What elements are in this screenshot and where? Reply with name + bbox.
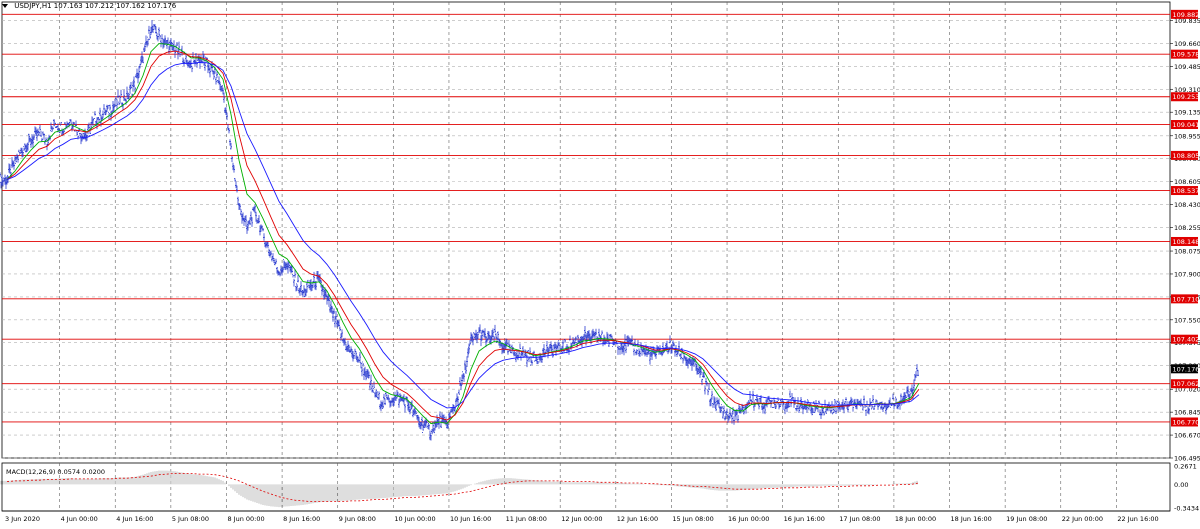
macd-y-tick-label: 0.2671 <box>1174 463 1197 471</box>
macd-y-tick-label: -0.3434 <box>1174 505 1199 513</box>
price-bars <box>0 20 919 441</box>
level-label: 107.402 <box>1173 336 1200 344</box>
y-tick-label: 108.955 <box>1174 132 1200 140</box>
x-tick-label: 16 Jun 16:00 <box>784 515 825 523</box>
macd-y-tick-label: 0.00 <box>1174 481 1188 489</box>
x-tick-label: 4 Jun 16:00 <box>116 515 153 523</box>
y-tick-label: 107.900 <box>1174 270 1200 278</box>
ma-mid-line <box>6 50 920 421</box>
y-tick-label: 109.660 <box>1174 40 1200 48</box>
x-tick-label: 8 Jun 00:00 <box>227 515 264 523</box>
price-chart: 3 Jun 2020 4 Jun 00:00 4 Jun 16:00 5 Jun 08… <box>0 1 1200 523</box>
y-tick-label: 108.430 <box>1174 201 1200 209</box>
y-tick-label: 108.255 <box>1174 224 1200 232</box>
macd-header: MACD(12,26,9) 0.0574 0.0200 <box>6 468 105 476</box>
x-tick-label: 10 Jun 16:00 <box>450 515 491 523</box>
level-label: 108.805 <box>1173 152 1200 160</box>
x-tick-label: 4 Jun 00:00 <box>61 515 98 523</box>
level-label: 107.710 <box>1173 295 1200 303</box>
symbol-label: USDJPY,H1 <box>14 2 52 10</box>
y-tick-label: 108.605 <box>1174 178 1200 186</box>
price-panel-frame <box>1 1 1171 459</box>
level-label: 109.253 <box>1173 93 1200 101</box>
y-tick-label: 108.075 <box>1174 248 1200 256</box>
x-tick-label: 5 Jun 08:00 <box>172 515 209 523</box>
x-tick-label: 3 Jun 2020 <box>5 515 40 523</box>
x-tick-label: 18 Jun 16:00 <box>951 515 992 523</box>
chevron-down-icon[interactable] <box>2 4 8 8</box>
y-tick-label: 106.670 <box>1174 432 1200 440</box>
macd-histogram <box>0 470 918 508</box>
x-tick-label: 18 Jun 00:00 <box>895 515 936 523</box>
ma-fast-line <box>6 43 920 425</box>
x-tick-label: 19 Jun 08:00 <box>1006 515 1047 523</box>
y-tick-label: 106.495 <box>1174 455 1200 463</box>
level-label: 107.062 <box>1173 380 1200 388</box>
level-label: 106.770 <box>1173 418 1200 426</box>
macd-panel-frame <box>1 462 1171 512</box>
chart-window: 3 Jun 2020 4 Jun 00:00 4 Jun 16:00 5 Jun 08… <box>0 0 1200 527</box>
x-tick-label: 17 Jun 08:00 <box>839 515 880 523</box>
y-tick-label: 106.845 <box>1174 409 1200 417</box>
x-tick-label: 22 Jun 00:00 <box>1062 515 1103 523</box>
level-label: 108.537 <box>1173 187 1200 195</box>
x-tick-label: 22 Jun 16:00 <box>1117 515 1158 523</box>
ma-slow-line <box>6 61 920 409</box>
chart-header: USDJPY,H1 107.163 107.212 107.162 107.17… <box>2 2 176 10</box>
level-label: 108.148 <box>1173 238 1200 246</box>
y-tick-label: 107.550 <box>1174 316 1200 324</box>
current-price-label: 107.176 <box>1173 365 1200 373</box>
y-tick-label: 109.135 <box>1174 109 1200 117</box>
x-tick-label: 9 Jun 08:00 <box>339 515 376 523</box>
quote-label: 107.163 107.212 107.162 107.176 <box>53 2 177 10</box>
x-tick-label: 12 Jun 16:00 <box>617 515 658 523</box>
level-label: 109.578 <box>1173 51 1200 59</box>
level-label: 109.041 <box>1173 121 1200 129</box>
x-tick-label: 11 Jun 08:00 <box>506 515 547 523</box>
y-tick-label: 109.485 <box>1174 63 1200 71</box>
x-tick-label: 8 Jun 16:00 <box>283 515 320 523</box>
level-label: 109.882 <box>1173 11 1200 19</box>
x-tick-label: 10 Jun 00:00 <box>394 515 435 523</box>
x-tick-label: 12 Jun 00:00 <box>561 515 602 523</box>
x-tick-label: 16 Jun 00:00 <box>728 515 769 523</box>
x-tick-label: 15 Jun 08:00 <box>672 515 713 523</box>
